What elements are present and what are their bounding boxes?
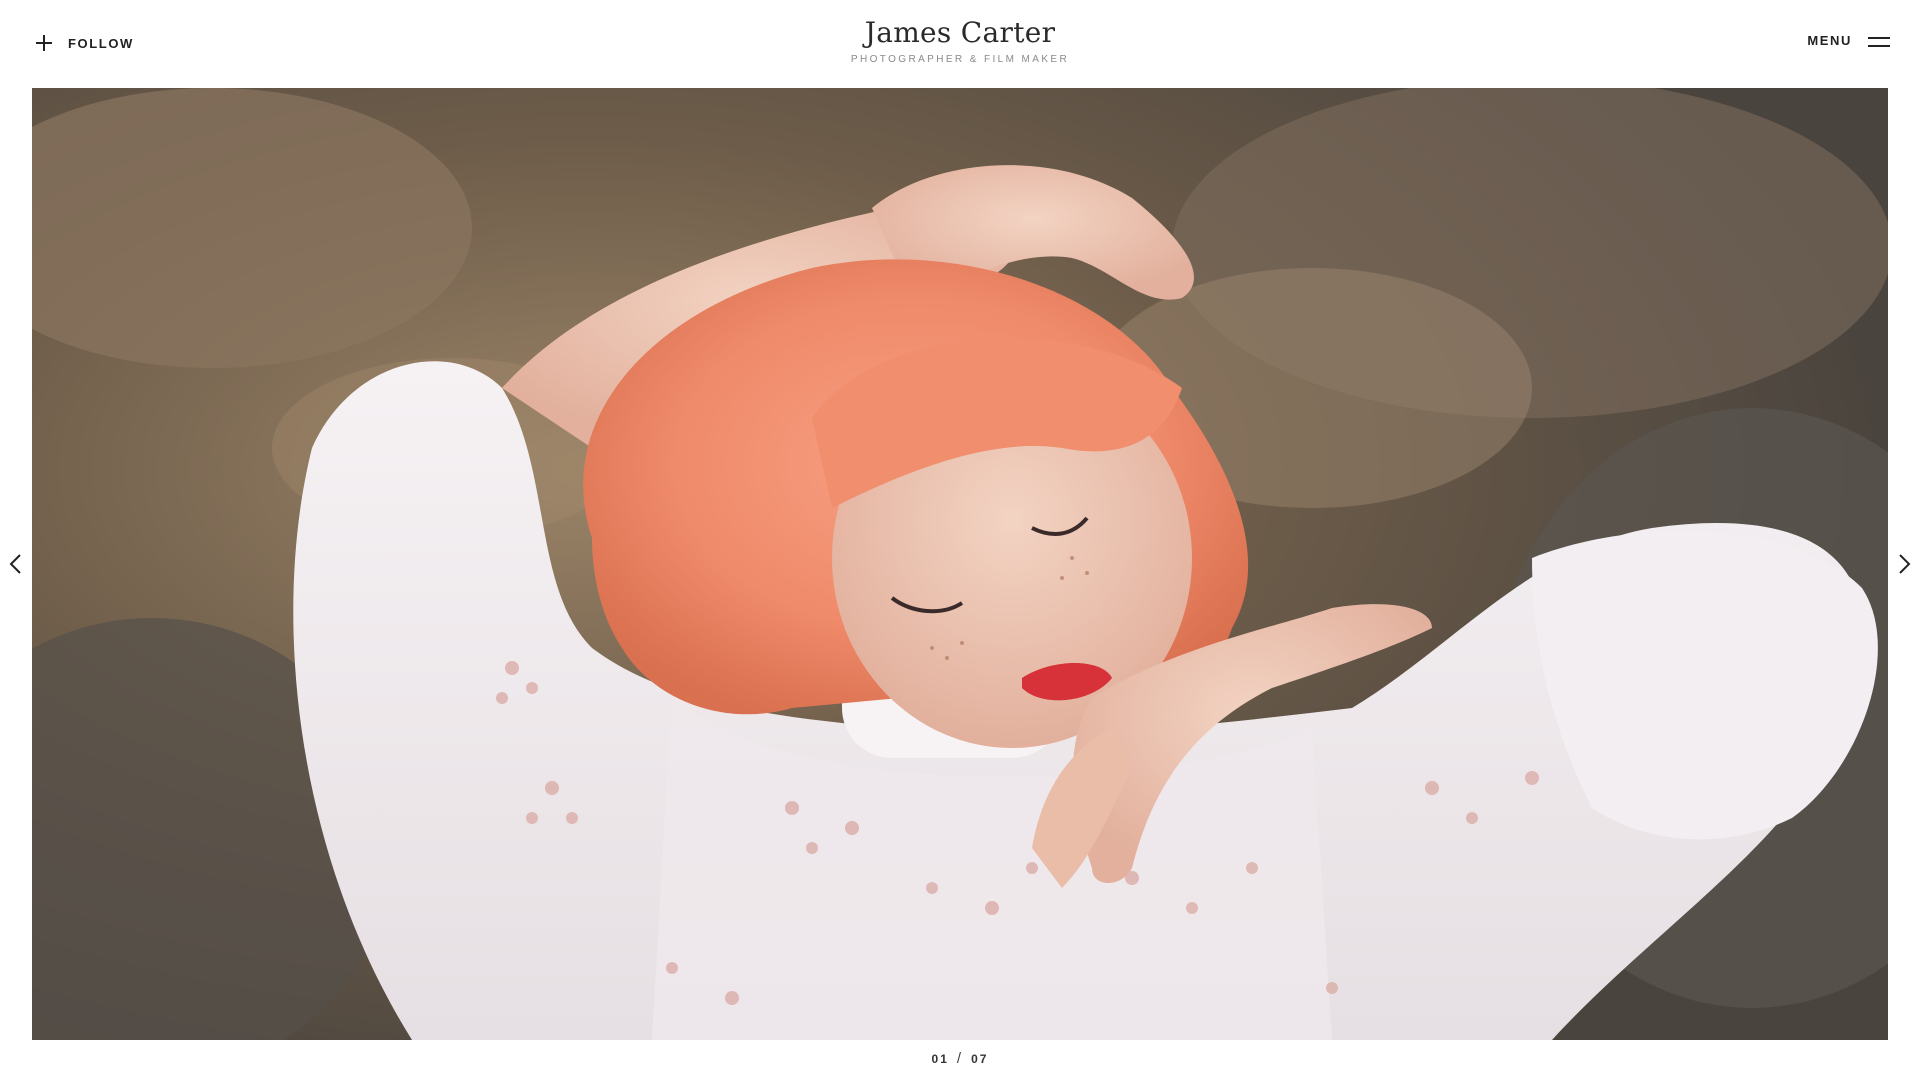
hamburger-icon <box>1868 35 1890 47</box>
slide-current: 01 <box>931 1052 949 1066</box>
prev-slide-button[interactable] <box>8 552 24 576</box>
site-brand[interactable]: James Carter PHOTOGRAPHER & FILM MAKER <box>760 14 1160 65</box>
chevron-left-icon <box>8 554 24 580</box>
site-header: FOLLOW James Carter PHOTOGRAPHER & FILM … <box>0 0 1920 88</box>
slide-counter: 01 / 07 <box>0 1050 1920 1067</box>
menu-button[interactable]: MENU <box>1807 33 1890 48</box>
slide-image <box>32 88 1888 1040</box>
slide-separator: / <box>956 1050 964 1067</box>
follow-label: FOLLOW <box>68 35 134 51</box>
chevron-right-icon <box>1896 554 1912 580</box>
site-title: James Carter <box>864 16 1056 49</box>
plus-icon <box>34 33 54 53</box>
menu-label: MENU <box>1807 33 1852 48</box>
portrait-photo <box>32 88 1888 1040</box>
next-slide-button[interactable] <box>1896 552 1912 576</box>
site-tagline: PHOTOGRAPHER & FILM MAKER <box>850 54 1070 65</box>
follow-button[interactable]: FOLLOW <box>34 33 134 53</box>
slide-total: 07 <box>971 1052 989 1066</box>
